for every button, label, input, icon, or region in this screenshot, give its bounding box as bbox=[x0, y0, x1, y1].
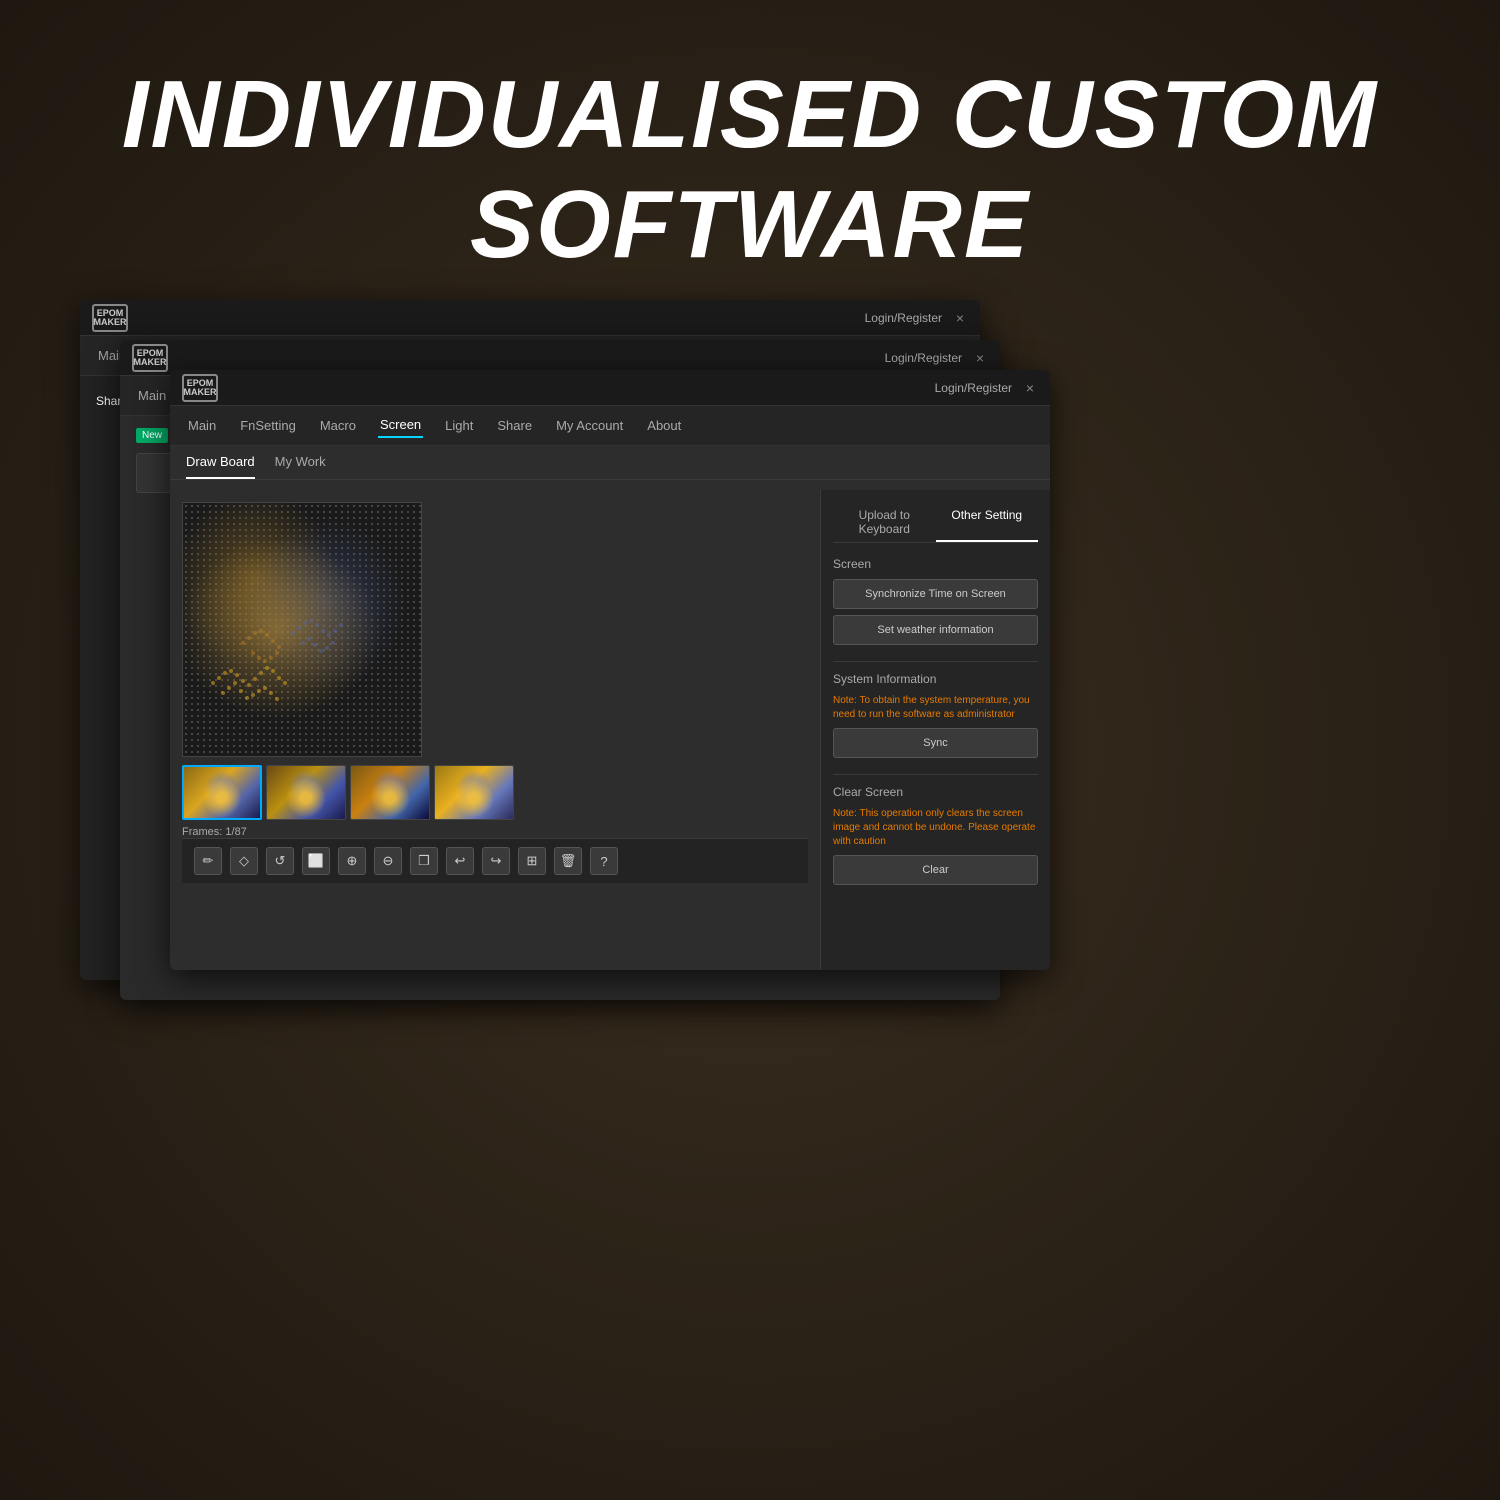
system-info-note: Note: To obtain the system temperature, … bbox=[833, 694, 1038, 722]
logo-box-3: EPOMMAKER bbox=[182, 374, 218, 402]
close-btn-1[interactable]: × bbox=[952, 310, 968, 326]
tool-delete[interactable]: 🗑 bbox=[554, 847, 582, 875]
window-3-titlebar: EPOMMAKER Login/Register × bbox=[170, 370, 1050, 406]
tool-select[interactable]: ⬜ bbox=[302, 847, 330, 875]
sync-btn[interactable]: Sync bbox=[833, 728, 1038, 758]
tool-redo[interactable]: ↪ bbox=[482, 847, 510, 875]
window-3-logo: EPOMMAKER bbox=[182, 374, 218, 402]
window-1-controls: Login/Register × bbox=[865, 310, 968, 326]
new-badge: New bbox=[136, 428, 168, 443]
divider-2 bbox=[833, 774, 1038, 775]
nav-light-3[interactable]: Light bbox=[443, 414, 475, 437]
thumb-4[interactable] bbox=[434, 765, 514, 820]
thumb-img-2 bbox=[267, 766, 345, 819]
nav-macro-3[interactable]: Macro bbox=[318, 414, 358, 437]
canvas-toolbar: ✏ ◇ ↺ ⬜ ⊕ ⊖ ❒ ↩ ↪ ⊞ 🗑 ? bbox=[182, 838, 808, 883]
tool-help[interactable]: ? bbox=[590, 847, 618, 875]
tool-add[interactable]: ⊕ bbox=[338, 847, 366, 875]
login-register-3[interactable]: Login/Register bbox=[935, 381, 1012, 395]
thumb-1[interactable] bbox=[182, 765, 262, 820]
close-btn-3[interactable]: × bbox=[1022, 380, 1038, 396]
right-panel: Upload to Keyboard Other Setting Screen … bbox=[820, 490, 1050, 970]
thumb-img-4 bbox=[435, 766, 513, 819]
tool-pencil[interactable]: ✏ bbox=[194, 847, 222, 875]
window-2-controls: Login/Register × bbox=[885, 350, 988, 366]
nav-main-2[interactable]: Main bbox=[136, 384, 168, 407]
window-3-controls: Login/Register × bbox=[935, 380, 1038, 396]
nav-screen-3[interactable]: Screen bbox=[378, 413, 423, 438]
panel-tabs: Upload to Keyboard Other Setting bbox=[833, 502, 1038, 543]
left-panel: Frames: 1/87 ✏ ◇ ↺ ⬜ ⊕ ⊖ ❒ ↩ ↪ ⊞ 🗑 ? bbox=[170, 490, 820, 970]
window-2-logo: EPOMMAKER bbox=[132, 344, 168, 372]
screen-section-title: Screen bbox=[833, 557, 1038, 571]
tool-grid[interactable]: ⊞ bbox=[518, 847, 546, 875]
window-1-titlebar: EPOMMAKER Login/Register × bbox=[80, 300, 980, 336]
system-info-title: System Information bbox=[833, 672, 1038, 686]
tool-undo[interactable]: ↩ bbox=[446, 847, 474, 875]
logo-box-1: EPOMMAKER bbox=[92, 304, 128, 332]
tab-other-setting[interactable]: Other Setting bbox=[936, 502, 1039, 542]
tool-remove[interactable]: ⊖ bbox=[374, 847, 402, 875]
thumb-3[interactable] bbox=[350, 765, 430, 820]
logo-box-2: EPOMMAKER bbox=[132, 344, 168, 372]
thumb-img-1 bbox=[184, 767, 260, 818]
frames-info: Frames: 1/87 bbox=[182, 826, 808, 838]
window-3-nav: Main FnSetting Macro Screen Light Share … bbox=[170, 406, 1050, 446]
close-btn-2[interactable]: × bbox=[972, 350, 988, 366]
sync-time-btn[interactable]: Synchronize Time on Screen bbox=[833, 579, 1038, 609]
thumb-img-3 bbox=[351, 766, 429, 819]
window-1-logo: EPOMMAKER bbox=[92, 304, 128, 332]
canvas-svg bbox=[183, 503, 422, 757]
login-register-1[interactable]: Login/Register bbox=[865, 311, 942, 325]
nav-fnsetting-3[interactable]: FnSetting bbox=[238, 414, 298, 437]
thumbnails bbox=[182, 765, 808, 820]
canvas-area[interactable] bbox=[182, 502, 422, 757]
tool-eraser[interactable]: ◇ bbox=[230, 847, 258, 875]
set-weather-btn[interactable]: Set weather information bbox=[833, 615, 1038, 645]
nav-main-3[interactable]: Main bbox=[186, 414, 218, 437]
nav-about-3[interactable]: About bbox=[645, 414, 683, 437]
nav-share-3[interactable]: Share bbox=[495, 414, 534, 437]
login-register-2[interactable]: Login/Register bbox=[885, 351, 962, 365]
tool-copy[interactable]: ❒ bbox=[410, 847, 438, 875]
clear-screen-note: Note: This operation only clears the scr… bbox=[833, 807, 1038, 849]
clear-btn[interactable]: Clear bbox=[833, 855, 1038, 885]
tool-rotate[interactable]: ↺ bbox=[266, 847, 294, 875]
nav-myaccount-3[interactable]: My Account bbox=[554, 414, 625, 437]
window-3-content: Frames: 1/87 ✏ ◇ ↺ ⬜ ⊕ ⊖ ❒ ↩ ↪ ⊞ 🗑 ? Upl… bbox=[170, 490, 1050, 970]
tab-upload-keyboard[interactable]: Upload to Keyboard bbox=[833, 502, 936, 542]
window-3: EPOMMAKER Login/Register × Main FnSettin… bbox=[170, 370, 1050, 970]
tab-drawboard[interactable]: Draw Board bbox=[186, 454, 255, 479]
tab-mywork[interactable]: My Work bbox=[275, 454, 326, 479]
clear-screen-title: Clear Screen bbox=[833, 785, 1038, 799]
divider-1 bbox=[833, 661, 1038, 662]
main-title: INDIVIDUALISED CUSTOM SOFTWARE bbox=[0, 60, 1500, 280]
thumb-2[interactable] bbox=[266, 765, 346, 820]
window-3-tabbar: Draw Board My Work bbox=[170, 446, 1050, 480]
